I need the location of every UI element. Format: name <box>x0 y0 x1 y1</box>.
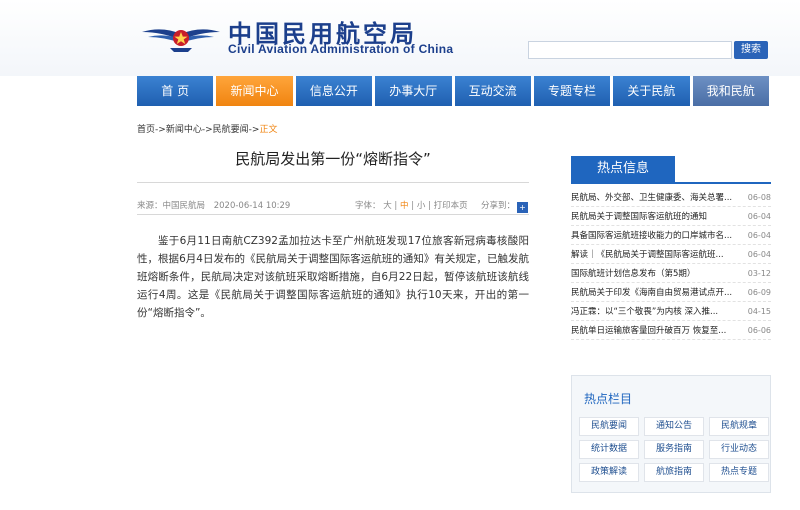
breadcrumb-home[interactable]: 首页 <box>137 125 155 135</box>
font-size-medium[interactable]: 中 <box>400 201 409 211</box>
search-button[interactable]: 搜索 <box>734 41 768 59</box>
hot-news-list: 民航局、外交部、卫生健康委、海关总署... 06-08 民航局关于调整国际客运航班… <box>571 188 771 340</box>
meta-divider <box>137 214 529 215</box>
hot-columns-grid: 民航要闻 通知公告 民航规章 统计数据 服务指南 行业动态 政策解读 航旅指南 … <box>579 417 769 482</box>
hot-item-date: 06-06 <box>747 325 771 335</box>
list-item[interactable]: 冯正霖：以“三个敬畏”为内核 深入推... 04-15 <box>571 302 771 321</box>
column-button[interactable]: 行业动态 <box>709 440 769 459</box>
nav-service-hall[interactable]: 办事大厅 <box>375 76 452 106</box>
breadcrumb-sep: -> <box>155 125 166 135</box>
hot-item-date: 03-12 <box>747 268 771 278</box>
hot-columns-title: 热点栏目 <box>584 392 633 406</box>
column-button[interactable]: 政策解读 <box>579 463 639 482</box>
list-item[interactable]: 具备国际客运航班接收能力的口岸城市名... 06-04 <box>571 226 771 245</box>
list-item[interactable]: 民航局关于印发《海南自由贸易港试点开... 06-09 <box>571 283 771 302</box>
main-nav: 首 页 新闻中心 信息公开 办事大厅 互动交流 专题专栏 关于民航 我和民航 <box>137 76 769 106</box>
hot-item-title[interactable]: 民航单日运输旅客量回升破百万 恢复至... <box>571 324 743 336</box>
share-plus-icon[interactable]: + <box>517 202 529 213</box>
font-size-small[interactable]: 小 <box>417 201 426 211</box>
column-button[interactable]: 热点专题 <box>709 463 769 482</box>
article-title: 民航局发出第一份“熔断指令” <box>235 150 431 168</box>
hot-item-date: 04-15 <box>747 306 771 316</box>
hot-item-title[interactable]: 具备国际客运航班接收能力的口岸城市名... <box>571 229 743 241</box>
breadcrumb-sep: -> <box>201 125 213 135</box>
column-button[interactable]: 航旅指南 <box>644 463 704 482</box>
caac-emblem-icon[interactable] <box>140 18 222 54</box>
breadcrumb-aviation-news[interactable]: 民航要闻 <box>213 125 249 135</box>
hot-item-date: 06-08 <box>747 192 771 202</box>
breadcrumb-news-center[interactable]: 新闻中心 <box>166 125 202 135</box>
hot-item-title[interactable]: 民航局、外交部、卫生健康委、海关总署... <box>571 191 743 203</box>
hot-item-date: 06-04 <box>747 211 771 221</box>
search-input[interactable] <box>528 41 732 59</box>
site-header: 中国民用航空局 Civil Aviation Administration of… <box>0 0 800 76</box>
print-page-link[interactable]: 打印本页 <box>434 201 468 211</box>
list-item[interactable]: 民航局关于调整国际客运航班的通知 06-04 <box>571 207 771 226</box>
hot-item-title[interactable]: 民航局关于印发《海南自由贸易港试点开... <box>571 286 743 298</box>
nav-info-disclosure[interactable]: 信息公开 <box>295 76 373 106</box>
hot-item-title[interactable]: 解读｜《民航局关于调整国际客运航班... <box>571 248 743 260</box>
column-button[interactable]: 民航规章 <box>709 417 769 436</box>
article-body: 鉴于6月11日南航CZ392孟加拉达卡至广州航班发现17位旅客新冠病毒核酸阳性，… <box>137 235 529 319</box>
column-button[interactable]: 民航要闻 <box>579 417 639 436</box>
list-item[interactable]: 国际航班计划信息发布（第5期） 03-12 <box>571 264 771 283</box>
site-logo-en: Civil Aviation Administration of China <box>228 42 454 56</box>
article-date: 2020-06-14 10:29 <box>213 201 291 211</box>
hot-columns-panel: 热点栏目 民航要闻 通知公告 民航规章 统计数据 服务指南 行业动态 政策解读 … <box>571 375 771 493</box>
list-item[interactable]: 民航单日运输旅客量回升破百万 恢复至... 06-06 <box>571 321 771 340</box>
share-label: 分享到： <box>481 201 516 211</box>
font-size-large[interactable]: 大 <box>383 201 392 211</box>
hot-item-title[interactable]: 民航局关于调整国际客运航班的通知 <box>571 210 743 222</box>
nav-me-and-aviation[interactable]: 我和民航 <box>692 76 769 106</box>
hot-item-date: 06-04 <box>747 249 771 259</box>
hot-item-date: 06-04 <box>747 230 771 240</box>
nav-about[interactable]: 关于民航 <box>613 76 690 106</box>
column-button[interactable]: 通知公告 <box>644 417 704 436</box>
column-button[interactable]: 服务指南 <box>644 440 704 459</box>
nav-home[interactable]: 首 页 <box>137 76 214 106</box>
nav-interaction[interactable]: 互动交流 <box>454 76 531 106</box>
article-source: 来源：中国民航局 <box>137 201 206 211</box>
hot-item-date: 06-09 <box>747 287 771 297</box>
nav-news-center[interactable]: 新闻中心 <box>216 76 293 106</box>
breadcrumb: 首页->新闻中心->民航要闻->正文 <box>137 122 277 135</box>
breadcrumb-current: 正文 <box>259 125 278 135</box>
hot-news-divider <box>571 182 771 184</box>
list-item[interactable]: 解读｜《民航局关于调整国际客运航班... 06-04 <box>571 245 771 264</box>
hot-news-title: 热点信息 <box>571 156 675 182</box>
hot-item-title[interactable]: 国际航班计划信息发布（第5期） <box>571 267 743 279</box>
font-size-label: 字体： <box>355 201 381 211</box>
column-button[interactable]: 统计数据 <box>579 440 639 459</box>
nav-topics[interactable]: 专题专栏 <box>533 76 611 106</box>
list-item[interactable]: 民航局、外交部、卫生健康委、海关总署... 06-08 <box>571 188 771 207</box>
title-divider <box>137 182 529 183</box>
breadcrumb-sep: -> <box>248 125 260 135</box>
hot-item-title[interactable]: 冯正霖：以“三个敬畏”为内核 深入推... <box>571 305 743 317</box>
